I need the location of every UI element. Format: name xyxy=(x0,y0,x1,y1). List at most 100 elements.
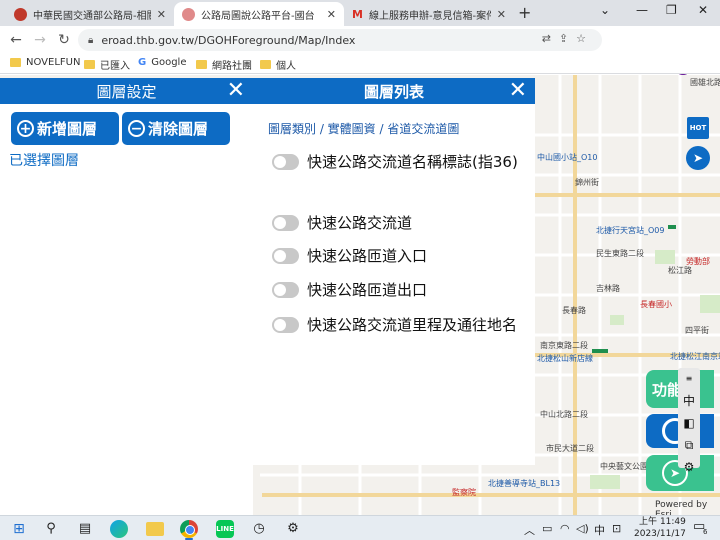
clear-layers-button[interactable]: − 清除圖層 xyxy=(122,112,230,145)
time-period: 上午 xyxy=(639,517,658,527)
forward-icon[interactable]: → xyxy=(28,32,52,48)
map-street-label: 吉林路 xyxy=(596,284,620,293)
layer-settings-header: 圖層設定 ✕ xyxy=(0,78,253,104)
ime-icon[interactable]: ⊡ xyxy=(612,522,621,535)
tab-title: 公路局圖說公路平台-國台 xyxy=(201,10,315,22)
map-poi-label: 監察院 xyxy=(452,488,476,497)
toggle-knob xyxy=(274,156,286,168)
task-view-icon[interactable]: ▤ xyxy=(76,520,94,538)
map-station-label: 北捷松山新店線 xyxy=(537,354,593,363)
search-icon[interactable]: ⚲ xyxy=(42,520,60,538)
minus-circle-icon: − xyxy=(128,120,145,137)
taskbar: ⊞ ⚲ ▤ LINE ◷ ⚙ ︿ ▭ ◠ ◁) 中 ⊡ 上午 11:49 202… xyxy=(0,515,720,540)
layer-item[interactable]: 快速公路匝道出口 xyxy=(272,279,522,301)
minimize-icon[interactable]: — xyxy=(636,3,648,17)
layer-toggle[interactable] xyxy=(272,154,299,170)
compass-icon[interactable]: ➤ xyxy=(686,146,710,170)
new-tab-button[interactable]: + xyxy=(518,3,531,22)
tab-mail[interactable]: M 線上服務申辦-意見信箱-案件紀錄 ✕ xyxy=(344,2,514,26)
bookmark-label: Google xyxy=(151,57,187,68)
file-explorer-icon[interactable] xyxy=(146,522,164,536)
layer-toggle[interactable] xyxy=(272,282,299,298)
map-street-label: 國雄北路 xyxy=(690,78,720,87)
bookmark-personal[interactable]: 個人 xyxy=(260,57,296,72)
tab-search-icon[interactable]: ⌄ xyxy=(600,3,610,17)
close-icon[interactable]: ✕ xyxy=(497,8,506,21)
date: 2023/11/17 xyxy=(634,529,686,539)
layer-item[interactable]: 快速公路交流道名稱標誌(指36) xyxy=(272,151,522,173)
lock-icon[interactable]: 🔒︎ xyxy=(88,35,93,46)
edge-icon[interactable] xyxy=(110,520,128,538)
system-clock[interactable]: 上午 11:49 2023/11/17 xyxy=(634,516,686,540)
back-icon[interactable]: ← xyxy=(4,32,28,48)
layer-list-panel: 圖層列表 ✕ 圖層類別 / 實體圖資 / 省道交流道圖 快速公路交流道名稱標誌(… xyxy=(253,78,535,465)
ime-tools-icon[interactable]: ⧉ xyxy=(678,434,700,456)
layer-toggle[interactable] xyxy=(272,317,299,333)
layer-item[interactable]: 快速公路匝道入口 xyxy=(272,245,522,267)
wifi-icon[interactable]: ◠ xyxy=(560,522,570,535)
maximize-icon[interactable]: ❐ xyxy=(666,3,677,17)
tab-bar: 中華民國交通部公路局-相關網站 ✕ 公路局圖說公路平台-國台 ✕ M 線上服務申… xyxy=(0,0,720,26)
plus-circle-icon: + xyxy=(17,120,34,137)
layer-item[interactable]: 快速公路交流道里程及通往地名 xyxy=(272,314,522,336)
ime-mode[interactable]: 中 xyxy=(678,390,700,412)
layer-settings-panel: 圖層設定 ✕ + 新增圖層 − 清除圖層 已選擇圖層 xyxy=(0,78,253,515)
toggle-knob xyxy=(274,250,286,262)
input-language[interactable]: 中 xyxy=(594,522,605,538)
url-field[interactable]: 🔒︎ eroad.thb.gov.tw/DGOHForeground/Map/I… xyxy=(78,29,602,51)
layer-toggle[interactable] xyxy=(272,215,299,231)
address-bar: ← → ↻ 🔒︎ eroad.thb.gov.tw/DGOHForeground… xyxy=(0,26,720,75)
line-icon[interactable]: LINE xyxy=(216,520,234,538)
add-layer-button[interactable]: + 新增圖層 xyxy=(11,112,119,145)
toggle-knob xyxy=(274,319,286,331)
bookmark-label: 個人 xyxy=(276,61,296,72)
bookmark-imported[interactable]: 已匯入 xyxy=(84,57,130,72)
start-icon[interactable]: ⊞ xyxy=(10,520,28,538)
bookmark-novelfun[interactable]: NOVELFUN xyxy=(10,57,80,68)
bookmark-label: 已匯入 xyxy=(100,61,130,72)
layer-toggle[interactable] xyxy=(272,248,299,264)
grip-icon[interactable]: ≡ xyxy=(678,368,700,390)
map-street-label: 松江路 xyxy=(668,266,692,275)
close-icon[interactable]: ✕ xyxy=(327,8,336,21)
tab-eroad[interactable]: 公路局圖說公路平台-國台 ✕ xyxy=(174,2,344,26)
layer-item[interactable]: 快速公路交流道 xyxy=(272,212,522,234)
bookmark-google[interactable]: G Google xyxy=(138,57,186,68)
clear-layers-label: 清除圖層 xyxy=(148,120,209,138)
layer-label: 快速公路交流道里程及通往地名 xyxy=(307,316,518,334)
gear-icon[interactable]: ⚙ xyxy=(678,456,700,478)
hot-button[interactable]: HOT xyxy=(687,117,709,139)
notification-count: 6 xyxy=(703,528,708,536)
volume-icon[interactable]: ◁) xyxy=(576,522,589,535)
chevron-up-icon[interactable]: ︿ xyxy=(524,522,535,538)
close-icon[interactable]: ✕ xyxy=(157,8,166,21)
tab-thb-links[interactable]: 中華民國交通部公路局-相關網站 ✕ xyxy=(6,2,174,26)
gmail-icon: M xyxy=(352,7,363,21)
map-station-label: 北捷善導寺站_BL13 xyxy=(488,479,561,488)
map-poi-label: 長春國小 xyxy=(640,300,672,309)
close-icon[interactable]: ✕ xyxy=(227,79,245,103)
url-text: eroad.thb.gov.tw/DGOHForeground/Map/Inde… xyxy=(101,33,356,47)
close-icon[interactable]: ✕ xyxy=(509,79,527,103)
map-street-label: 市民大道二段 xyxy=(546,444,594,453)
map-station-label: 北捷行天宮站_O09 xyxy=(596,226,665,235)
reload-icon[interactable]: ↻ xyxy=(52,32,76,48)
panel-title: 圖層設定 xyxy=(96,82,157,101)
clock-app-icon[interactable]: ◷ xyxy=(250,520,268,538)
google-icon: G xyxy=(138,57,147,68)
map-street-label: 中山北路二段 xyxy=(540,410,588,419)
toggle-knob xyxy=(274,217,286,229)
panel-title: 圖層列表 xyxy=(363,82,424,101)
close-window-icon[interactable]: ✕ xyxy=(698,3,708,17)
add-layer-label: 新增圖層 xyxy=(37,120,98,138)
map-street-label: 民生東路二段 xyxy=(596,249,644,258)
settings-icon[interactable]: ⚙ xyxy=(284,520,302,538)
network-icon[interactable]: ▭ xyxy=(542,522,552,535)
translate-share-star-icons[interactable]: ⇄⇪☆ xyxy=(542,32,594,45)
chrome-icon[interactable] xyxy=(180,520,198,538)
bookmark-community[interactable]: 網路社團 xyxy=(196,57,252,72)
ime-toolbar: ≡ 中 ◧ ⧉ ⚙ xyxy=(678,368,700,474)
half-width-icon[interactable]: ◧ xyxy=(678,412,700,434)
toggle-knob xyxy=(274,284,286,296)
breadcrumb[interactable]: 圖層類別 / 實體圖資 / 省道交流道圖 xyxy=(268,120,459,137)
